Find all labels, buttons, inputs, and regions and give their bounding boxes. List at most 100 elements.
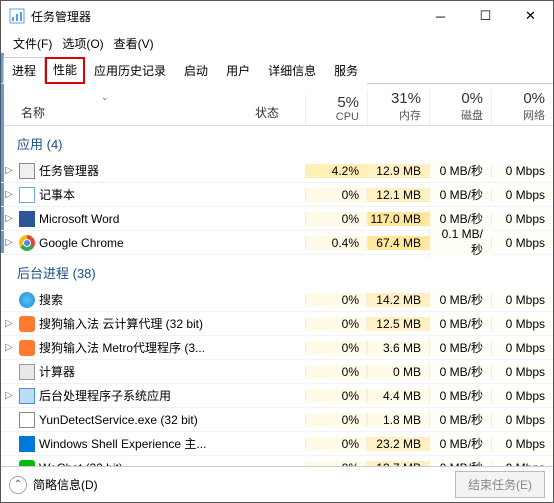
table-row[interactable]: ▷ 记事本 0% 12.1 MB 0 MB/秒 0 Mbps: [1, 183, 553, 207]
sort-indicator-icon: ⌄: [21, 92, 255, 104]
app-icon-service: [17, 388, 37, 404]
cpu-cell: 0%: [305, 437, 367, 451]
net-cell: 0 Mbps: [491, 188, 553, 202]
expand-toggle[interactable]: ▷: [1, 342, 17, 353]
tab-services[interactable]: 服务: [325, 57, 367, 84]
expand-toggle[interactable]: ▷: [1, 237, 17, 248]
column-network[interactable]: 0% 网络: [491, 90, 553, 125]
column-name-label: 名称: [21, 104, 255, 125]
expand-toggle[interactable]: ▷: [1, 390, 17, 401]
menu-options[interactable]: 选项(O): [58, 33, 107, 54]
expand-toggle[interactable]: ▷: [1, 165, 17, 176]
mem-percent: 31%: [368, 90, 421, 107]
disk-cell: 0 MB/秒: [429, 291, 491, 308]
table-row[interactable]: Windows Shell Experience 主... 0% 23.2 MB…: [1, 432, 553, 456]
window-title: 任务管理器: [31, 8, 418, 25]
net-cell: 0 Mbps: [491, 389, 553, 403]
app-icon-taskmgr: [17, 163, 37, 179]
table-row[interactable]: YunDetectService.exe (32 bit) 0% 1.8 MB …: [1, 408, 553, 432]
minimize-button[interactable]: ─: [418, 1, 463, 31]
cpu-cell: 0%: [305, 389, 367, 403]
disk-cell: 0 MB/秒: [429, 162, 491, 179]
net-cell: 0 Mbps: [491, 164, 553, 178]
column-memory[interactable]: 31% 内存: [367, 90, 429, 125]
disk-cell: 0 MB/秒: [429, 459, 491, 466]
cpu-percent: 5%: [306, 94, 359, 111]
table-row[interactable]: ▷ 搜狗输入法 Metro代理程序 (3... 0% 3.6 MB 0 MB/秒…: [1, 336, 553, 360]
process-name: 计算器: [37, 363, 255, 380]
app-icon: [9, 8, 25, 24]
app-icon-chrome: [17, 235, 37, 251]
cpu-cell: 0%: [305, 188, 367, 202]
fewer-details-label[interactable]: 简略信息(D): [33, 476, 98, 493]
menu-file[interactable]: 文件(F): [9, 33, 56, 54]
cpu-cell: 0%: [305, 365, 367, 379]
tab-details[interactable]: 详细信息: [259, 57, 325, 84]
tabbar: 进程 性能 应用历史记录 启动 用户 详细信息 服务: [1, 56, 553, 84]
column-status[interactable]: 状态: [255, 104, 305, 125]
app-icon-wse: [17, 436, 37, 452]
cpu-cell: 0%: [305, 293, 367, 307]
net-cell: 0 Mbps: [491, 341, 553, 355]
tab-processes[interactable]: 进程: [3, 57, 45, 84]
net-cell: 0 Mbps: [491, 212, 553, 226]
menubar: 文件(F) 选项(O) 查看(V): [1, 31, 553, 56]
expand-toggle[interactable]: ▷: [1, 213, 17, 224]
column-cpu[interactable]: 5% CPU: [305, 94, 367, 125]
process-name: WeChat (32 bit): [37, 461, 255, 467]
process-name: 搜索: [37, 291, 255, 308]
net-cell: 0 Mbps: [491, 317, 553, 331]
net-cell: 0 Mbps: [491, 236, 553, 250]
table-row[interactable]: ▷ 任务管理器 4.2% 12.9 MB 0 MB/秒 0 Mbps: [1, 159, 553, 183]
end-task-button[interactable]: 结束任务(E): [455, 471, 545, 498]
net-cell: 0 Mbps: [491, 293, 553, 307]
tab-users[interactable]: 用户: [217, 57, 259, 84]
disk-cell: 0.1 MB/秒: [429, 227, 491, 258]
menu-view[interactable]: 查看(V): [110, 33, 158, 54]
column-name[interactable]: ⌄ 名称: [17, 92, 255, 125]
titlebar[interactable]: 任务管理器 ─ ☐ ✕: [1, 1, 553, 31]
close-button[interactable]: ✕: [508, 1, 553, 31]
process-name: Microsoft Word: [37, 212, 255, 226]
disk-cell: 0 MB/秒: [429, 387, 491, 404]
mem-cell: 12.9 MB: [367, 164, 429, 178]
group-background[interactable]: 后台进程 (38): [1, 255, 553, 288]
disk-cell: 0 MB/秒: [429, 339, 491, 356]
tab-startup[interactable]: 启动: [175, 57, 217, 84]
table-row[interactable]: 计算器 0% 0 MB 0 MB/秒 0 Mbps: [1, 360, 553, 384]
mem-cell: 12.1 MB: [367, 188, 429, 202]
mem-cell: 0 MB: [367, 365, 429, 379]
tab-app-history[interactable]: 应用历史记录: [85, 57, 175, 84]
tab-performance[interactable]: 性能: [45, 57, 85, 84]
fewer-details-icon[interactable]: ⌃: [9, 476, 27, 494]
column-headers: ⌄ 名称 状态 5% CPU 31% 内存 0% 磁盘 0% 网络: [1, 84, 553, 126]
table-row[interactable]: ▷ Google Chrome 0.4% 67.4 MB 0.1 MB/秒 0 …: [1, 231, 553, 255]
net-percent: 0%: [492, 90, 545, 107]
table-row[interactable]: WeChat (32 bit) 0% 13.7 MB 0 MB/秒 0 Mbps: [1, 456, 553, 466]
maximize-button[interactable]: ☐: [463, 1, 508, 31]
cpu-cell: 0%: [305, 461, 367, 467]
app-icon-notepad: [17, 187, 37, 203]
disk-cell: 0 MB/秒: [429, 186, 491, 203]
column-disk[interactable]: 0% 磁盘: [429, 90, 491, 125]
disk-label: 磁盘: [430, 107, 483, 125]
group-apps[interactable]: 应用 (4): [1, 126, 553, 159]
process-name: Windows Shell Experience 主...: [37, 435, 255, 452]
process-list[interactable]: 应用 (4) ▷ 任务管理器 4.2% 12.9 MB 0 MB/秒 0 Mbp…: [1, 126, 553, 466]
process-name: 搜狗输入法 云计算代理 (32 bit): [37, 315, 255, 332]
process-name: 任务管理器: [37, 162, 255, 179]
mem-cell: 117.0 MB: [367, 212, 429, 226]
mem-cell: 4.4 MB: [367, 389, 429, 403]
process-name: 记事本: [37, 186, 255, 203]
net-cell: 0 Mbps: [491, 461, 553, 467]
process-name: 后台处理程序子系统应用: [37, 387, 255, 404]
expand-toggle[interactable]: ▷: [1, 189, 17, 200]
app-icon-sogou: [17, 316, 37, 332]
table-row[interactable]: ▷ 后台处理程序子系统应用 0% 4.4 MB 0 MB/秒 0 Mbps: [1, 384, 553, 408]
table-row[interactable]: ▷ 搜狗输入法 云计算代理 (32 bit) 0% 12.5 MB 0 MB/秒…: [1, 312, 553, 336]
table-row[interactable]: 搜索 0% 14.2 MB 0 MB/秒 0 Mbps: [1, 288, 553, 312]
net-cell: 0 Mbps: [491, 413, 553, 427]
cpu-cell: 0%: [305, 317, 367, 331]
cpu-cell: 0%: [305, 212, 367, 226]
expand-toggle[interactable]: ▷: [1, 318, 17, 329]
